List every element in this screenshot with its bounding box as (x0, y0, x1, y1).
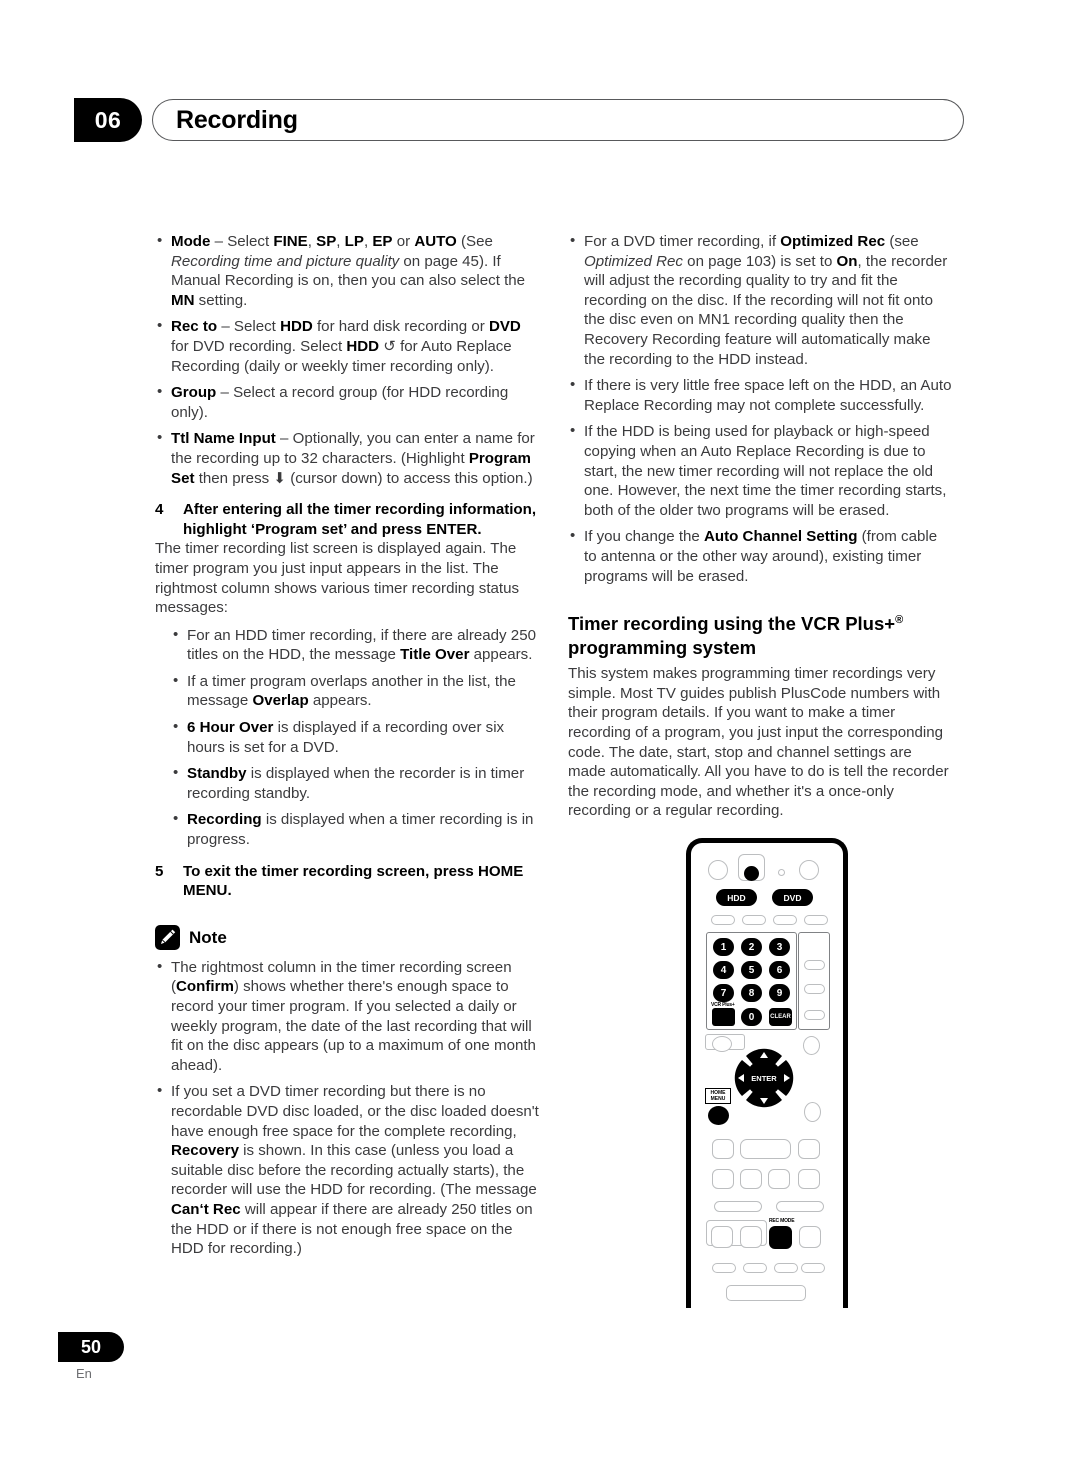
bottom-button-4[interactable] (801, 1263, 825, 1273)
clear-button[interactable]: CLEAR (769, 1008, 792, 1026)
bottom-button-1[interactable] (712, 1263, 736, 1273)
section-heading-line2: programming system (568, 637, 757, 659)
list-item: The rightmost column in the timer record… (155, 957, 539, 1076)
play-right-button[interactable] (798, 1139, 820, 1159)
section-body: This system makes programming timer reco… (568, 665, 949, 820)
function-button-2[interactable] (742, 915, 766, 925)
rec-stop-button[interactable] (711, 1226, 733, 1248)
shoulder-right-button[interactable] (803, 1036, 820, 1055)
list-item: For an HDD timer recording, if there are… (155, 625, 539, 665)
step-4-number: 4 (155, 501, 164, 519)
enter-button[interactable]: ENTER (746, 1060, 782, 1096)
power-button (708, 860, 728, 880)
bottom-button-3[interactable] (774, 1263, 798, 1273)
bottom-button-2[interactable] (743, 1263, 767, 1273)
header-bar-right-cap (938, 99, 964, 141)
list-item: If there is very little free space left … (568, 375, 952, 415)
rec-pause-button[interactable] (740, 1226, 762, 1248)
note-label: Note (189, 927, 227, 947)
list-item: Recording is displayed when a timer reco… (155, 809, 539, 849)
pencil-icon (155, 924, 180, 950)
standby-button (799, 860, 819, 880)
list-item: If a timer program overlaps another in t… (155, 671, 539, 711)
note-header: Note (155, 924, 539, 950)
list-item: Mode – Select FINE, SP, LP, EP or AUTO (… (155, 231, 539, 310)
keypad-3-button[interactable]: 3 (769, 938, 790, 956)
play-left-button[interactable] (712, 1139, 734, 1159)
step-5-number: 5 (155, 862, 164, 880)
wide-button-left[interactable] (714, 1201, 762, 1212)
page-number-badge: 50 (58, 1332, 124, 1362)
transport-button-4[interactable] (798, 1169, 820, 1189)
step-4-heading: 4 After entering all the timer recording… (155, 500, 539, 539)
return-button[interactable] (804, 1102, 821, 1122)
step-5-text: To exit the timer recording screen, pres… (183, 862, 524, 900)
keypad-2-button[interactable]: 2 (741, 938, 762, 956)
channel-down-button[interactable] (804, 984, 825, 994)
page-title: Recording (176, 106, 298, 134)
input-select-button[interactable] (804, 1010, 825, 1020)
step-5-heading: 5 To exit the timer recording screen, pr… (155, 862, 539, 901)
list-item: If you set a DVD timer recording but the… (155, 1081, 539, 1258)
indicator-led-icon (778, 869, 785, 876)
home-menu-label: HOME MENU (705, 1088, 731, 1104)
play-button[interactable] (740, 1139, 791, 1159)
page-header: 06 Recording (0, 98, 1080, 144)
list-item: Group – Select a record group (for HDD r… (155, 382, 539, 422)
keypad-0-button[interactable]: 0 (741, 1008, 762, 1026)
home-menu-line2: MENU (710, 1096, 726, 1102)
step-4-text: After entering all the timer recording i… (183, 501, 537, 538)
left-column: Mode – Select FINE, SP, LP, EP or AUTO (… (155, 231, 539, 1266)
transport-button-3[interactable] (768, 1169, 790, 1189)
rec-mode-button[interactable] (769, 1226, 792, 1249)
list-item: Ttl Name Input – Optionally, you can ent… (155, 428, 539, 488)
section-heading: Timer recording using the VCR Plus+® pro… (568, 608, 952, 660)
keypad-1-button[interactable]: 1 (713, 938, 734, 956)
list-item: For a DVD timer recording, if Optimized … (568, 231, 952, 369)
function-button-1[interactable] (711, 915, 735, 925)
channel-up-button[interactable] (804, 960, 825, 970)
list-item: Rec to – Select HDD for hard disk record… (155, 316, 539, 376)
transport-button-2[interactable] (740, 1169, 762, 1189)
keypad-8-button[interactable]: 8 (741, 984, 762, 1002)
list-item: Standby is displayed when the recorder i… (155, 763, 539, 803)
chapter-number-badge: 06 (74, 98, 142, 142)
page-language-label: En (76, 1366, 92, 1381)
list-item: 6 Hour Over is displayed if a recording … (155, 717, 539, 757)
open-close-button (744, 866, 759, 881)
home-menu-button[interactable] (708, 1106, 729, 1125)
section-heading-line1: Timer recording using the VCR Plus+ (568, 613, 896, 635)
list-item: If the HDD is being used for playback or… (568, 421, 952, 520)
registered-trademark-icon: ® (895, 614, 904, 627)
right-column: For a DVD timer recording, if Optimized … (568, 231, 952, 829)
vcr-plus-button[interactable] (712, 1008, 735, 1026)
bottom-wide-button[interactable] (726, 1285, 806, 1301)
transport-button-1[interactable] (712, 1169, 734, 1189)
rec-mode-label: REC MODE (769, 1218, 795, 1224)
remote-control-illustration: HDD DVD 1 2 3 4 5 6 7 8 9 VCR Plus+ 0 CL… (686, 838, 848, 1308)
rec-extra-button[interactable] (799, 1226, 821, 1248)
list-item: If you change the Auto Channel Setting (… (568, 526, 952, 586)
function-button-4[interactable] (804, 915, 828, 925)
function-button-3[interactable] (773, 915, 797, 925)
keypad-6-button[interactable]: 6 (769, 961, 790, 979)
dvd-select-button[interactable]: DVD (772, 889, 813, 906)
hdd-select-button[interactable]: HDD (716, 889, 757, 906)
keypad-5-button[interactable]: 5 (741, 961, 762, 979)
wide-button-right[interactable] (776, 1201, 824, 1212)
keypad-7-button[interactable]: 7 (713, 984, 734, 1002)
keypad-9-button[interactable]: 9 (769, 984, 790, 1002)
step-4-body: The timer recording list screen is displ… (155, 540, 520, 617)
keypad-4-button[interactable]: 4 (713, 961, 734, 979)
